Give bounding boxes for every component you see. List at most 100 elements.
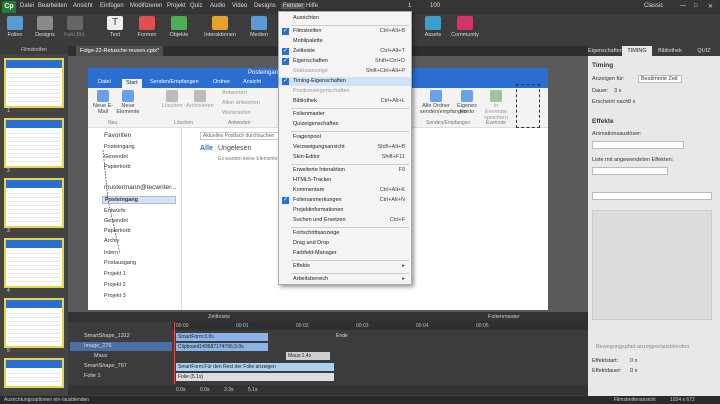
- menu-designs[interactable]: Designs: [254, 3, 276, 9]
- nav-projekt-2[interactable]: Projekt 2: [104, 282, 126, 288]
- menu-item-folienmaster[interactable]: Folienmaster: [279, 110, 411, 119]
- timeline-bar[interactable]: SmartForm:Für den Rest der Folie anzeige…: [176, 363, 334, 371]
- menu-item-quizeigenschaften[interactable]: Quizeigenschaften: [279, 120, 411, 129]
- slide-thumb-5[interactable]: 5: [4, 298, 64, 354]
- reply-all-button[interactable]: Allen antworten: [222, 100, 260, 106]
- menu-fenster[interactable]: Fenster: [281, 3, 306, 9]
- timeline-bar[interactable]: Maus:1.4s: [286, 352, 330, 360]
- tab-timing[interactable]: TIMING: [622, 46, 652, 56]
- page-number[interactable]: 1: [408, 3, 411, 9]
- playhead[interactable]: [174, 322, 175, 384]
- menu-item-kommentare[interactable]: Kommentare Ctrl+Alt+K: [279, 186, 411, 195]
- slide-thumb-2[interactable]: 2: [4, 118, 64, 174]
- maximize-icon[interactable]: □: [694, 3, 698, 9]
- menu-item-fragenpool[interactable]: Fragenpool: [279, 133, 411, 142]
- timeline-row[interactable]: Maus: [70, 352, 172, 361]
- send-receive-all-button[interactable]: Alle Ordner senden/empfangen: [420, 90, 467, 115]
- minimize-icon[interactable]: —: [680, 3, 686, 9]
- menu-item-eigenschaften[interactable]: ✓ Eigenschaften Shift+Ctrl+D: [279, 57, 411, 66]
- menu-audio[interactable]: Audio: [210, 3, 225, 9]
- outlook-tab-start[interactable]: Start: [122, 79, 142, 88]
- menu-item-timing-eigenschaften[interactable]: ✓ Timing-Eigenschaften: [279, 77, 411, 86]
- tab-eigenschaften[interactable]: Eigenschaften: [588, 46, 623, 56]
- effects-list-select[interactable]: [592, 167, 668, 175]
- slide-thumb-1[interactable]: 1: [4, 58, 64, 114]
- menu-video[interactable]: Video: [232, 3, 247, 9]
- menu-quiz[interactable]: Quiz: [190, 3, 202, 9]
- outlook-tab-datei[interactable]: Datei: [98, 79, 111, 85]
- menu-ansicht[interactable]: Ansicht: [73, 3, 93, 9]
- delete-button[interactable]: Löschen: [160, 90, 184, 109]
- menu-item-folienanmerkungen[interactable]: ✓ Folienanmerkungen Ctrl+Alt+N: [279, 196, 411, 205]
- tab-quiz[interactable]: QUIZ: [688, 46, 720, 56]
- effect-start-value[interactable]: 0 s: [630, 358, 637, 364]
- menu-modifizieren[interactable]: Modifizieren: [130, 3, 162, 9]
- toolbar-objekte[interactable]: Objekte: [164, 16, 194, 38]
- slide-thumb-6[interactable]: [4, 358, 64, 388]
- toolbar-formen[interactable]: Formen: [132, 16, 162, 38]
- nav-projekt-3[interactable]: Projekt 3: [104, 293, 126, 299]
- tab-bibliothek[interactable]: Bibliothek: [652, 46, 688, 56]
- toolbar-community[interactable]: Community: [448, 16, 482, 38]
- menu-bearbeiten[interactable]: Bearbeiten: [38, 3, 67, 9]
- menu-hilfe[interactable]: Hilfe: [306, 3, 318, 9]
- outlook-tab-ansicht[interactable]: Ansicht: [243, 79, 261, 85]
- own-account-button[interactable]: Eigenes Konto: [454, 90, 480, 115]
- selected-smartshape[interactable]: [516, 84, 540, 128]
- appear-value[interactable]: 0 s: [628, 99, 635, 105]
- toolbar-designs[interactable]: Designs: [30, 16, 60, 38]
- menu-item-drag-and-drop[interactable]: Drag and Drop: [279, 239, 411, 248]
- filter-all[interactable]: Alle: [200, 145, 213, 152]
- menu-item-effekte[interactable]: Effekte ▸: [279, 262, 411, 271]
- menu-item-farbfeld-manager[interactable]: Farbfeld-Manager: [279, 249, 411, 258]
- timeline-bar[interactable]: Clipboard149687174796:3.0s: [176, 343, 268, 351]
- show-for-select[interactable]: Bestimmte Zeit: [638, 75, 682, 83]
- slide-thumb-3[interactable]: 3: [4, 178, 64, 234]
- reply-button[interactable]: Antworten: [222, 90, 247, 96]
- archive-button[interactable]: Archivieren: [186, 90, 214, 109]
- close-icon[interactable]: ✕: [708, 3, 713, 10]
- slide-thumb-4[interactable]: 4: [4, 238, 64, 294]
- menu-item-statusanzeige[interactable]: Statusanzeige Shift+Ctrl+Alt+P: [279, 67, 411, 76]
- timeline-row[interactable]: SmartShape_767: [70, 362, 172, 371]
- menu-item-skin-editor[interactable]: Skin-Editor Shift+F11: [279, 153, 411, 162]
- outlook-tab-senden[interactable]: Senden/Empfangen: [150, 79, 199, 85]
- toolbar-assets[interactable]: Assets: [418, 16, 448, 38]
- menu-projekt[interactable]: Projekt: [167, 3, 186, 9]
- menu-item-suchen-und-ersetzen[interactable]: Suchen und Ersetzen Ctrl+F: [279, 216, 411, 225]
- timeline-row[interactable]: SmartShape_1312: [70, 332, 172, 341]
- duration-value[interactable]: 3 s: [614, 88, 621, 94]
- menu-item-fortschrittsanzeige[interactable]: Fortschrittsanzeige: [279, 229, 411, 238]
- new-mail-button[interactable]: Neue E-Mail: [92, 90, 114, 115]
- menu-item-verzweigungsansicht[interactable]: Verzweigungsansicht Shift+Alt+B: [279, 143, 411, 152]
- toolbar-text[interactable]: T Text: [100, 16, 130, 38]
- toolbar-foldbld[interactable]: Fold.Bld.: [60, 16, 90, 38]
- nav-postausgang[interactable]: Postausgang: [104, 260, 136, 266]
- menu-einfuegen[interactable]: Einfügen: [100, 3, 124, 9]
- effect-duration-value[interactable]: 0 s: [630, 368, 637, 374]
- motion-path-toggle[interactable]: Bewegungspfad anzeigen/ausblenden: [596, 344, 689, 350]
- search-input[interactable]: Aktuelles Postfach durchsuchen: [200, 132, 290, 140]
- menu-item-filmstreifen[interactable]: ✓ Filmstreifen Ctrl+Alt+B: [279, 27, 411, 36]
- timeline-ruler[interactable]: 00:00 00:01 00:02 00:03 00:04 00:05: [172, 322, 588, 330]
- nav-favoriten[interactable]: Favoriten: [104, 132, 131, 139]
- effect-select[interactable]: [592, 192, 712, 200]
- workspace-select[interactable]: Classic: [644, 3, 663, 9]
- toolbar-folien[interactable]: Folien: [0, 16, 30, 38]
- menu-item-zeitleiste[interactable]: ✓ Zeitleiste Ctrl+Alt+T: [279, 47, 411, 56]
- anim-trigger-select[interactable]: [592, 141, 684, 149]
- timeline-row[interactable]: Image_276: [70, 342, 172, 351]
- timeline-bar[interactable]: Folie (5.1s): [176, 373, 334, 381]
- menu-item-html5-tracker[interactable]: HTML5-Tracker: [279, 176, 411, 185]
- menu-item-erweiterte-interaktion[interactable]: Erweiterte Interaktion F9: [279, 166, 411, 175]
- menu-datei[interactable]: Datei: [20, 3, 34, 9]
- menu-item-positionseigenschaften[interactable]: Positionseigenschaften: [279, 87, 411, 96]
- forward-button[interactable]: Weiterleiten: [222, 110, 251, 116]
- menu-item-arbeitsbereich[interactable]: Arbeitsbereich ▸: [279, 275, 411, 284]
- toolbar-interaktionen[interactable]: Interaktionen: [200, 16, 240, 38]
- filter-unread[interactable]: Ungelesen: [218, 145, 251, 152]
- nav-projekt-1[interactable]: Projekt 1: [104, 271, 126, 277]
- new-items-button[interactable]: Neue Elemente: [116, 90, 140, 115]
- menu-item-bibliothek[interactable]: Bibliothek Ctrl+Alt+L: [279, 97, 411, 106]
- evernote-button[interactable]: In Evernote speichern: [482, 90, 510, 121]
